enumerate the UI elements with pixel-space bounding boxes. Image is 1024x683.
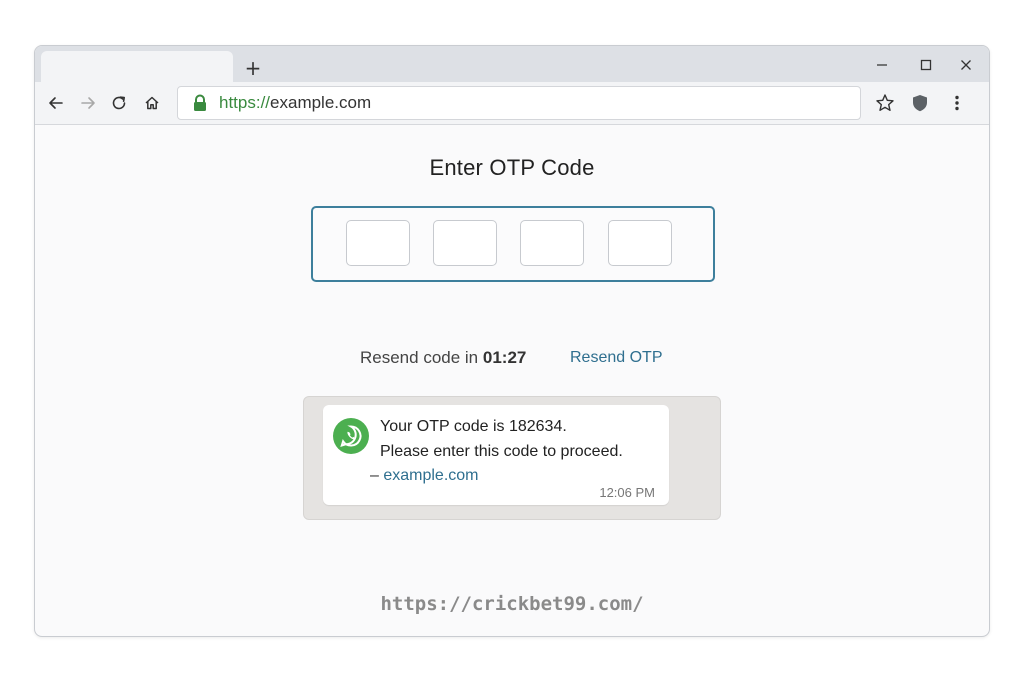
page-title: Enter OTP Code xyxy=(429,155,595,180)
address-bar[interactable]: https://example.com xyxy=(177,86,861,120)
menu-icon[interactable] xyxy=(946,92,968,114)
message-notification: Your OTP code is 182634. Please enter th… xyxy=(303,396,721,520)
shield-icon[interactable] xyxy=(909,92,931,114)
lock-icon xyxy=(192,94,208,117)
message-link[interactable]: example.com xyxy=(383,467,478,484)
otp-input-group xyxy=(311,206,715,282)
otp-digit-3[interactable] xyxy=(520,220,584,266)
otp-digit-1[interactable] xyxy=(346,220,410,266)
browser-toolbar: https://example.com xyxy=(35,82,989,125)
tab-strip: + xyxy=(35,46,989,82)
close-icon[interactable] xyxy=(955,54,977,76)
reload-icon[interactable] xyxy=(108,92,130,114)
resend-countdown: Resend code in 01:27 xyxy=(360,348,526,368)
forward-icon[interactable] xyxy=(77,92,99,114)
message-signature: – example.com xyxy=(370,467,479,485)
resend-timer: 01:27 xyxy=(482,348,527,367)
page-content: Enter OTP Code Resend code in 01:27 Rese… xyxy=(35,125,989,636)
home-icon[interactable] xyxy=(141,92,163,114)
active-tab[interactable] xyxy=(41,51,233,82)
watermark-text: https://crickbet99.com/ xyxy=(380,593,644,615)
star-icon[interactable] xyxy=(874,92,896,114)
message-text-line-1: Your OTP code is 182634. xyxy=(380,418,567,435)
new-tab-button[interactable]: + xyxy=(243,58,263,78)
message-bubble: Your OTP code is 182634. Please enter th… xyxy=(323,405,669,505)
minimize-icon[interactable] xyxy=(871,54,893,76)
url-scheme: https:// xyxy=(219,93,271,112)
otp-digit-4[interactable] xyxy=(608,220,672,266)
otp-digit-2[interactable] xyxy=(433,220,497,266)
url-text: https://example.com xyxy=(219,94,371,112)
whatsapp-icon xyxy=(332,417,370,460)
message-timestamp: 12:06 PM xyxy=(599,485,655,500)
url-host: example.com xyxy=(270,93,372,112)
resend-prefix: Resend code in xyxy=(360,348,483,367)
back-icon[interactable] xyxy=(45,92,67,114)
message-text-line-2: Please enter this code to proceed. xyxy=(380,443,623,460)
resend-row: Resend code in 01:27 Resend OTP xyxy=(35,348,989,370)
signature-dash: – xyxy=(370,467,384,484)
browser-window: + https://example.com Enter OTP Code Res… xyxy=(34,45,990,637)
resend-otp-link[interactable]: Resend OTP xyxy=(570,349,662,367)
maximize-icon[interactable] xyxy=(915,54,937,76)
